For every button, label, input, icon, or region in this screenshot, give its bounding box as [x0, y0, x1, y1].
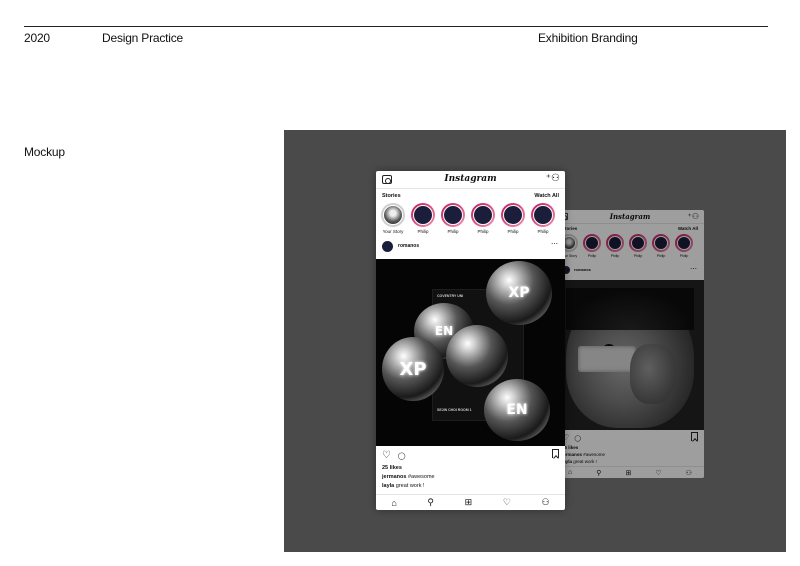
stories-header: Stories Watch All [382, 193, 559, 199]
add-post-icon[interactable]: ⊞ [465, 497, 473, 508]
comment-line: jermanos #awesome [382, 473, 435, 482]
profile-icon[interactable]: ⚇ [542, 497, 550, 508]
story-name: Philip [507, 229, 519, 234]
story-name: Philip [656, 254, 666, 258]
back-stories-tray: Your Story Philip Philip Philip Philip P… [559, 234, 694, 258]
story-own[interactable]: Your Story [380, 203, 406, 234]
back-post-photo[interactable] [556, 280, 704, 430]
profile-icon[interactable]: ⚇ [686, 469, 692, 477]
add-person-icon[interactable]: ⁺⚇ [546, 174, 560, 184]
story-name: Your Story [382, 229, 404, 234]
chrome-bubble: XP [486, 261, 552, 325]
story-name: Philip [477, 229, 489, 234]
stories-label: Stories [382, 193, 401, 199]
story-item[interactable]: Philip [470, 203, 496, 234]
front-phone-mockup: Instagram ⁺⚇ Stories Watch All Your Stor… [376, 171, 565, 510]
comment-icon[interactable]: ◯ [398, 453, 406, 460]
bottom-nav: ⌂ ⚲ ⊞ ♡ ⚇ [376, 494, 565, 510]
header-project: Exhibition Branding [538, 31, 638, 45]
story-item[interactable]: Philip [651, 234, 671, 258]
story-name: Philip [679, 254, 689, 258]
comment-line: layla great work ! [382, 482, 435, 491]
story-item[interactable]: Philip [605, 234, 625, 258]
back-post-caption: 25 likes jermanos #awesome layla great w… [562, 444, 605, 465]
back-phone-mockup: Instagram ⁺⚇ Stories Watch All Your Stor… [556, 210, 704, 478]
story-name: Philip [587, 254, 597, 258]
add-post-icon[interactable]: ⊞ [625, 469, 631, 477]
story-item[interactable]: Philip [628, 234, 648, 258]
back-app-bar: Instagram ⁺⚇ [556, 210, 704, 224]
add-person-icon[interactable]: ⁺⚇ [688, 212, 699, 222]
stories-tray: Your Story Philip Philip Philip Philip P… [380, 203, 556, 234]
comment-line: layla great work ! [562, 458, 605, 465]
story-name: Philip [537, 229, 549, 234]
comment-user[interactable]: jermanos [382, 474, 406, 480]
home-icon[interactable]: ⌂ [568, 469, 572, 476]
watch-all-link[interactable]: Watch All [678, 226, 698, 231]
comment-text: great work ! [573, 459, 597, 464]
post-username[interactable]: romanos [574, 267, 591, 272]
photo-hand [630, 344, 676, 404]
story-name: Philip [633, 254, 643, 258]
story-item[interactable]: Philip [582, 234, 602, 258]
avatar[interactable] [382, 241, 393, 252]
photo-device [578, 346, 636, 372]
comment-line: jermanos #awesome [562, 451, 605, 458]
chrome-bubble: EN [484, 379, 550, 441]
app-bar: Instagram ⁺⚇ [376, 171, 565, 189]
comment-user[interactable]: jermanos [562, 452, 582, 457]
header-rule [24, 26, 768, 27]
comment-icon[interactable]: ◯ [574, 436, 581, 442]
likes-count: 25 likes [382, 465, 402, 471]
story-item[interactable]: Philip [500, 203, 526, 234]
home-icon[interactable]: ⌂ [391, 498, 396, 508]
back-stories-header: Stories Watch All [562, 226, 698, 231]
back-post-header: romanos ⋯ [562, 266, 698, 280]
chrome-bubble [446, 325, 508, 387]
more-icon[interactable]: ⋯ [551, 240, 559, 248]
watch-all-link[interactable]: Watch All [534, 193, 559, 199]
story-item[interactable]: Philip [410, 203, 436, 234]
story-item[interactable]: Philip [440, 203, 466, 234]
post-username[interactable]: romanos [398, 243, 419, 249]
activity-icon[interactable]: ♡ [503, 497, 511, 508]
story-name: Philip [417, 229, 429, 234]
story-item[interactable]: Philip [530, 203, 556, 234]
more-icon[interactable]: ⋯ [690, 265, 698, 273]
section-label: Mockup [24, 145, 65, 159]
comment-text: #awesome [583, 452, 606, 457]
photo-hair [566, 288, 694, 330]
story-name: Philip [447, 229, 459, 234]
back-bottom-nav: ⌂ ⚲ ⊞ ♡ ⚇ [556, 466, 704, 478]
poster-text-bottom: SEJIN CHOI ROOM 1 [437, 408, 472, 412]
heart-icon[interactable]: ♡ [382, 450, 391, 461]
story-name: Philip [610, 254, 620, 258]
header-category: Design Practice [102, 31, 184, 45]
activity-icon[interactable]: ♡ [655, 469, 661, 477]
bookmark-icon[interactable] [552, 449, 559, 458]
comment-text: great work ! [395, 483, 425, 489]
chrome-bubble: XP [382, 337, 444, 401]
app-title: Instagram [444, 174, 497, 184]
bookmark-icon[interactable] [691, 432, 698, 441]
post-caption: 25 likes jermanos #awesome layla great w… [382, 464, 435, 491]
story-item[interactable]: Philip [674, 234, 694, 258]
likes-count: 25 likes [562, 445, 579, 450]
back-app-title: Instagram [609, 212, 651, 221]
post-image[interactable]: COVENTRY UNI SEJIN CHOI ROOM 1 XP EN XP … [376, 259, 565, 446]
post-header: romanos ⋯ [382, 241, 559, 255]
search-icon[interactable]: ⚲ [427, 497, 434, 508]
search-icon[interactable]: ⚲ [596, 469, 601, 477]
comment-user[interactable]: layla [382, 483, 394, 489]
comment-text: #awesome [408, 474, 435, 480]
poster-text-top: COVENTRY UNI [437, 294, 464, 298]
header-year: 2020 [24, 31, 50, 45]
post-actions: ♡ ◯ [382, 449, 559, 462]
